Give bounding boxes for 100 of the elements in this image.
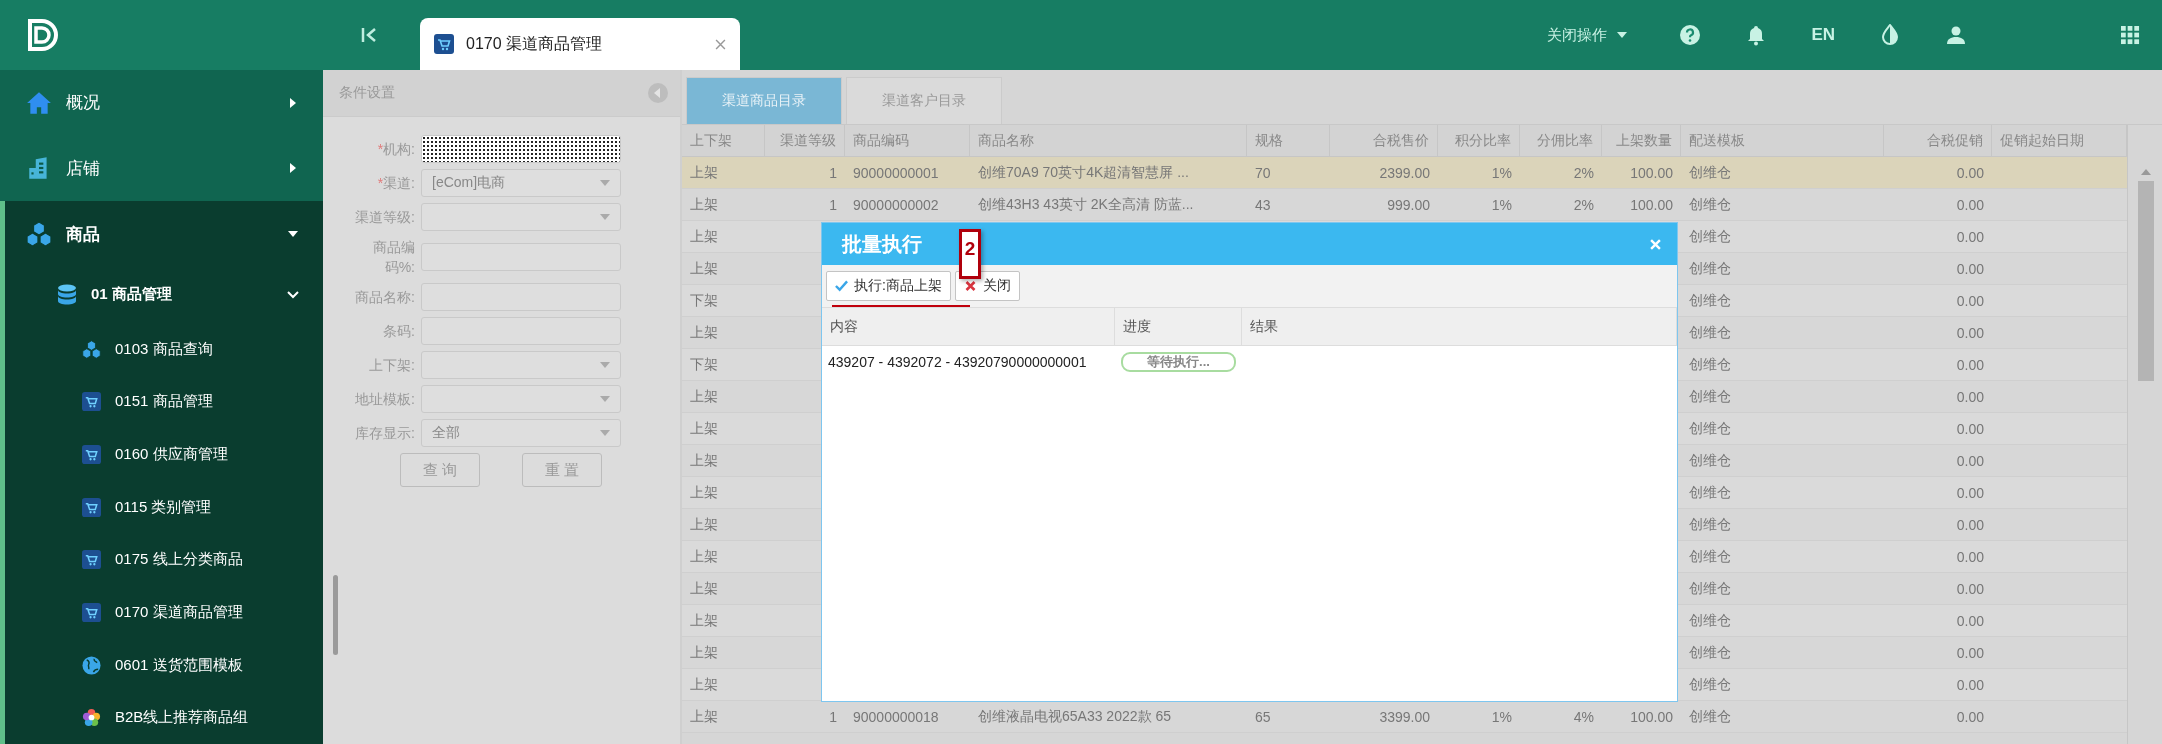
table-cell-text: 1	[828, 195, 838, 215]
table-cell-text: 创维仓	[1688, 290, 1732, 310]
database-icon	[57, 283, 77, 306]
table-cell-text: 上架	[689, 162, 719, 182]
table-cell-text: 上架	[689, 674, 719, 694]
help-icon[interactable]	[1679, 24, 1702, 46]
table-cell-text: 1%	[1490, 163, 1513, 183]
table-cell-text: 90000000001	[852, 163, 940, 183]
scrollbar-thumb[interactable]	[333, 575, 338, 655]
select-field[interactable]: 全部	[421, 419, 621, 447]
column-header[interactable]: 合税促销	[1884, 125, 1992, 157]
close-icon[interactable]	[715, 38, 726, 50]
column-header[interactable]: 商品名称	[970, 125, 1247, 157]
table-cell-text: 0.00	[1955, 291, 1985, 311]
contrast-icon[interactable]	[1879, 24, 1901, 46]
table-cell-text: 70	[1254, 163, 1272, 183]
table-cell-text: 43	[1254, 195, 1272, 215]
sidebar-item[interactable]: 店铺	[0, 135, 323, 202]
table-cell-text: 4%	[1572, 707, 1595, 727]
column-header[interactable]: 分佣比率	[1520, 125, 1602, 157]
scroll-up-arrow-icon[interactable]	[2141, 169, 2151, 175]
table-cell-text: 创维仓	[1688, 642, 1732, 662]
column-header[interactable]: 积分比率	[1438, 125, 1520, 157]
field-label: 库存显示:	[354, 424, 415, 443]
table-cell-text: 上架	[689, 418, 719, 438]
reset-button[interactable]: 重 置	[522, 453, 602, 487]
field-label: 地址模板:	[354, 390, 415, 409]
table-cell-text: 0.00	[1955, 611, 1985, 631]
language-button[interactable]: EN	[1811, 25, 1835, 45]
select-field[interactable]	[421, 351, 621, 379]
column-header[interactable]: 配送模板	[1681, 125, 1884, 157]
table-cell-text: 0.00	[1955, 675, 1985, 695]
table-cell-text: 0.00	[1955, 227, 1985, 247]
table-cell-text: 上架	[689, 578, 719, 598]
table-cell-text: 65	[1254, 707, 1272, 727]
select-field[interactable]	[421, 385, 621, 413]
table-cell-text: 2%	[1572, 163, 1595, 183]
column-header[interactable]: 渠道等级	[765, 125, 845, 157]
user-icon[interactable]	[1945, 24, 1967, 46]
column-header[interactable]: 上下架	[682, 125, 765, 157]
apps-grid-icon[interactable]	[2121, 25, 2140, 45]
redacted-field[interactable]	[421, 135, 621, 163]
table-row[interactable]: 上架 1 90000000001 创维70A9 70英寸4K超清智慧屏 ... 70 2399.00 1% 2% 100.00 创维仓 0.00	[682, 157, 2127, 189]
table-cell-text: 创维70A9 70英寸4K超清智慧屏 ...	[977, 162, 1190, 182]
scrollbar-thumb[interactable]	[2138, 181, 2154, 381]
column-header: 内容	[822, 308, 1115, 346]
column-header[interactable]: 规格	[1247, 125, 1330, 157]
column-header[interactable]: 上架数量	[1602, 125, 1681, 157]
column-header[interactable]: 商品编码	[845, 125, 970, 157]
page-tab[interactable]: 0170 渠道商品管理	[420, 18, 740, 70]
tab[interactable]: 渠道客户目录	[846, 77, 1002, 124]
table-cell-text: 1%	[1490, 707, 1513, 727]
table-cell-text: 创维仓	[1688, 418, 1732, 438]
table-cell-text: 0.00	[1955, 579, 1985, 599]
caret-down-icon	[1617, 32, 1628, 38]
execute-button[interactable]: 执行:商品上架	[826, 271, 951, 301]
table-cell-text: 上架	[689, 642, 719, 662]
cart-icon	[434, 34, 454, 54]
close-button[interactable]: 关闭	[954, 271, 1020, 301]
table-cell-text: 下架	[689, 290, 719, 310]
collapse-icon[interactable]	[360, 26, 378, 44]
collapse-left-icon[interactable]	[648, 83, 668, 103]
table-cell-text: 2399.00	[1378, 163, 1431, 183]
column-header: 进度	[1115, 308, 1242, 346]
field-label: 渠道等级:	[354, 208, 415, 227]
table-cell-text: 创维仓	[1688, 226, 1732, 246]
table-cell-text: 创维仓	[1688, 546, 1732, 566]
table-cell-text: 上架	[689, 706, 719, 726]
close-operations-dropdown[interactable]: 关闭操作	[1547, 25, 1628, 45]
field-label: 条码:	[382, 322, 415, 341]
globe-icon	[82, 655, 101, 675]
sidebar-item[interactable]: 概况	[0, 70, 323, 136]
caret-down-icon	[600, 430, 610, 436]
table-cell-text: 上架	[689, 450, 719, 470]
chevron-down-icon	[287, 290, 299, 299]
field-label: *机构:	[376, 140, 415, 159]
caret-down-icon	[600, 214, 610, 220]
table-cell-text: 90000000002	[852, 195, 940, 215]
dialog-title: 批量执行	[842, 231, 922, 257]
column-header[interactable]: 合税售价	[1330, 125, 1438, 157]
select-field[interactable]	[421, 203, 621, 231]
table-cell-text: 0.00	[1955, 483, 1985, 503]
select-field[interactable]: [eCom]电商	[421, 169, 621, 197]
table-cell-text: 0.00	[1955, 323, 1985, 343]
table-cell-text: 0.00	[1955, 163, 1985, 183]
table-cell-text: 上架	[689, 258, 719, 278]
field-label: *渠道:	[376, 174, 415, 193]
cubes-icon	[26, 221, 52, 248]
table-cell-text: 0.00	[1955, 515, 1985, 535]
table-cell-text: 0.00	[1955, 707, 1985, 727]
check-icon	[835, 280, 848, 292]
table-cell-text: 1	[828, 707, 838, 727]
table-cell-text: 0.00	[1955, 547, 1985, 567]
table-cell-text: 上架	[689, 482, 719, 502]
column-header[interactable]: 促销起始日期	[1992, 125, 2127, 157]
query-button[interactable]: 查 询	[400, 453, 480, 487]
table-cell-text: 0.00	[1955, 451, 1985, 471]
close-icon	[963, 280, 977, 292]
table-cell-text: 创维43H3 43英寸 2K全高清 防蓝...	[977, 194, 1195, 214]
tab[interactable]: 渠道商品目录	[686, 77, 842, 124]
